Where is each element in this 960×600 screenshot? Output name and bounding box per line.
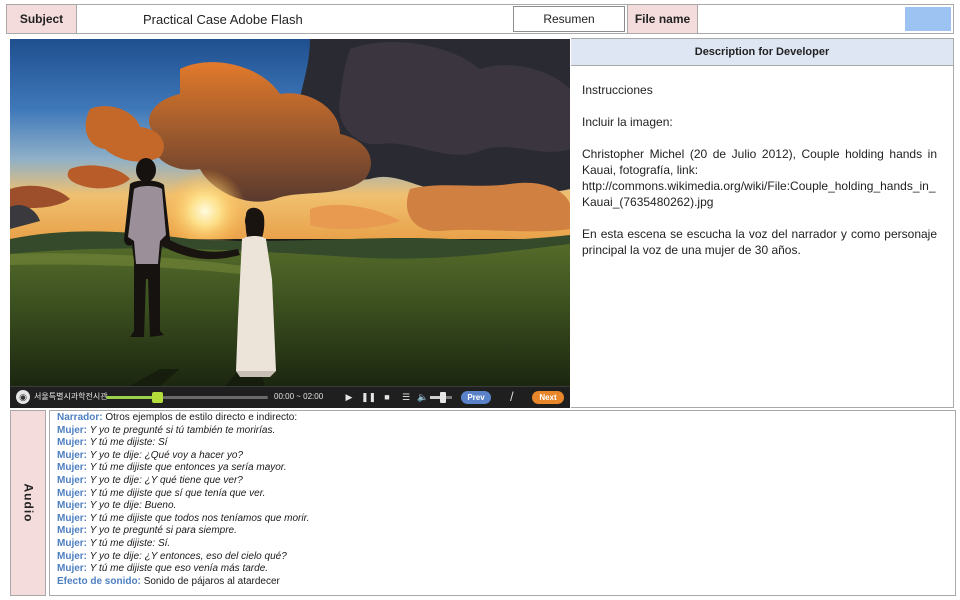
player-controls: ◉ 서울특별시과학전시관 00:00 ~ 02:00 ▶ ❚❚ ■ ☰ 🔈 Pr… <box>10 386 570 408</box>
audio-line: Mujer: Y tú me dijiste que sí que tenía … <box>57 488 955 501</box>
speaker-label: Mujer: <box>57 525 87 537</box>
dialogue-text: Otros ejemplos de estilo directo e indir… <box>105 412 298 423</box>
audio-line: Efecto de sonido: Sonido de pájaros al a… <box>57 576 955 589</box>
dialogue-text: Y yo te dije: ¿Y qué tiene que ver? <box>89 474 243 486</box>
progress-fill <box>106 396 158 399</box>
speaker-label: Mujer: <box>57 512 87 524</box>
speaker-label: Mujer: <box>57 424 87 436</box>
audio-line: Narrador: Otros ejemplos de estilo direc… <box>57 412 955 425</box>
speaker-label: Mujer: <box>57 487 87 499</box>
video-player[interactable]: ◉ 서울특별시과학전시관 00:00 ~ 02:00 ▶ ❚❚ ■ ☰ 🔈 Pr… <box>10 39 570 408</box>
speaker-label: Mujer: <box>57 500 87 512</box>
play-icon[interactable]: ▶ <box>342 390 356 404</box>
resumen-button[interactable]: Resumen <box>513 6 625 32</box>
audio-script: Narrador: Otros ejemplos de estilo direc… <box>49 410 956 596</box>
speaker-label: Efecto de sonido: <box>57 575 141 587</box>
audio-line: Mujer: Y tú me dijiste: Sí. <box>57 538 955 551</box>
description-panel: Description for Developer Instrucciones … <box>571 38 954 408</box>
speaker-label: Mujer: <box>57 550 87 562</box>
audio-line: Mujer: Y tú me dijiste que todos nos ten… <box>57 513 955 526</box>
file-name-color-swatch <box>905 7 951 31</box>
speaker-label: Mujer: <box>57 474 87 486</box>
audio-tab-label: Audio <box>21 483 35 523</box>
volume-icon[interactable]: 🔈 <box>416 390 430 404</box>
volume-slider[interactable] <box>430 392 452 403</box>
subject-value: Practical Case Adobe Flash <box>143 11 303 27</box>
dialogue-text: Y yo te dije: ¿Qué voy a hacer yo? <box>89 449 244 461</box>
nav-separator: / <box>510 389 514 404</box>
dialogue-text: Y yo te dije: ¿Y entonces, eso del cielo… <box>89 550 287 562</box>
dialogue-text: Y tú me dijiste: Sí. <box>89 537 171 549</box>
volume-handle[interactable] <box>440 392 447 403</box>
description-body: Instrucciones Incluir la imagen: Christo… <box>571 66 953 258</box>
progress-handle[interactable] <box>151 392 163 403</box>
scene-voice-note: En esta escena se escucha la voz del nar… <box>582 227 937 257</box>
speaker-label: Mujer: <box>57 449 87 461</box>
time-display: 00:00 ~ 02:00 <box>274 392 324 401</box>
audio-line: Mujer: Y tú me dijiste: Sí <box>57 437 955 450</box>
image-credit-text: Christopher Michel (20 de Julio 2012), C… <box>582 147 937 177</box>
description-title: Description for Developer <box>571 39 953 66</box>
speaker-label: Mujer: <box>57 462 87 474</box>
dialogue-text: Y tú me dijiste que entonces ya sería ma… <box>89 462 287 474</box>
dialogue-text: Sonido de pájaros al atardecer <box>143 575 280 587</box>
dialogue-text: Y tú me dijiste que todos nos teníamos q… <box>89 512 310 524</box>
include-image-label: Incluir la imagen: <box>582 115 673 129</box>
dialogue-text: Y yo te dije: Bueno. <box>89 500 177 512</box>
audio-line: Mujer: Y yo te pregunté si tú también te… <box>57 425 955 438</box>
audio-line: Mujer: Y tú me dijiste que entonces ya s… <box>57 462 955 475</box>
next-button[interactable]: Next <box>532 391 564 404</box>
audio-line: Mujer: Y yo te dije: ¿Y entonces, eso de… <box>57 551 955 564</box>
speaker-label: Mujer: <box>57 563 87 575</box>
audio-line: Mujer: Y yo te dije: Bueno. <box>57 500 955 513</box>
stop-icon[interactable]: ■ <box>380 390 394 404</box>
speaker-label: Mujer: <box>57 537 87 549</box>
museum-label: 서울특별시과학전시관 <box>34 392 108 401</box>
header-bar: Subject Practical Case Adobe Flash Resum… <box>6 4 954 34</box>
sunset-couple-image <box>10 39 570 386</box>
audio-line: Mujer: Y yo te pregunté si para siempre. <box>57 525 955 538</box>
subject-label: Subject <box>7 5 77 33</box>
audio-line: Mujer: Y tú me dijiste que eso venía más… <box>57 563 955 576</box>
dialogue-text: Y tú me dijiste que sí que tenía que ver… <box>89 487 266 499</box>
museum-logo-icon: ◉ <box>16 390 30 404</box>
speaker-label: Narrador: <box>57 412 103 423</box>
audio-tab: Audio <box>10 410 46 596</box>
dialogue-text: Y tú me dijiste que eso venía más tarde. <box>89 563 269 575</box>
file-name-label: File name <box>627 5 698 33</box>
image-credit-link[interactable]: http://commons.wikimedia.org/wiki/File:C… <box>582 178 937 210</box>
dialogue-text: Y yo te pregunté si tú también te morirí… <box>89 424 276 436</box>
dialogue-text: Y tú me dijiste: Sí <box>89 437 168 449</box>
audio-line: Mujer: Y yo te dije: ¿Qué voy a hacer yo… <box>57 450 955 463</box>
prev-button[interactable]: Prev <box>461 391 491 404</box>
dialogue-text: Y yo te pregunté si para siempre. <box>89 525 237 537</box>
list-icon[interactable]: ☰ <box>399 390 413 404</box>
pause-icon[interactable]: ❚❚ <box>361 390 376 404</box>
progress-track[interactable] <box>106 392 268 403</box>
instructions-heading: Instrucciones <box>582 83 653 97</box>
audio-line: Mujer: Y yo te dije: ¿Y qué tiene que ve… <box>57 475 955 488</box>
speaker-label: Mujer: <box>57 437 87 449</box>
